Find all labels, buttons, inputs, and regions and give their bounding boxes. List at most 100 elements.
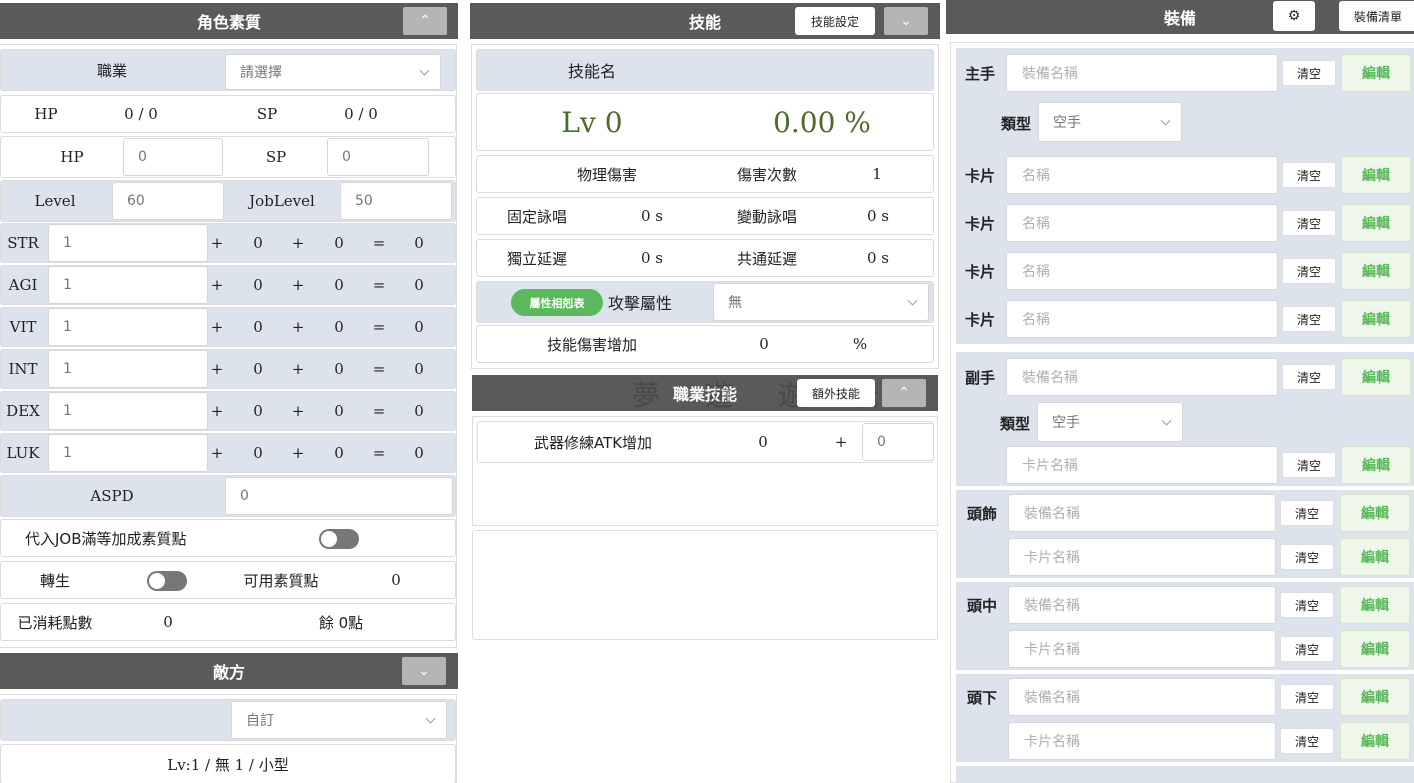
card2-edit-button[interactable]: 編輯 — [1341, 204, 1411, 242]
enemy-select-row: 自訂 — [0, 699, 456, 741]
extra-skill-button[interactable]: 額外技能 — [797, 379, 875, 407]
card4-input[interactable]: 名稱 — [1006, 300, 1278, 338]
job-skill-toggle-button[interactable]: ⌃ — [882, 379, 926, 407]
off-card-edit-button[interactable]: 編輯 — [1341, 446, 1411, 484]
enemy-select[interactable]: 自訂 — [231, 701, 447, 739]
head-mid-clear-button[interactable]: 清空 — [1280, 592, 1334, 618]
sp-input[interactable]: 0 — [327, 138, 429, 176]
chevron-down-icon — [419, 65, 430, 76]
off-card-clear-button[interactable]: 清空 — [1282, 452, 1336, 478]
sp-input-label: SP — [265, 148, 287, 166]
off-type-select[interactable]: 空手 — [1037, 402, 1183, 442]
card1-input[interactable]: 名稱 — [1006, 156, 1278, 194]
head-mid-card-edit-button[interactable]: 編輯 — [1340, 630, 1410, 668]
rebirth-label: 轉生 — [39, 571, 70, 590]
stat-plus: + — [291, 360, 305, 378]
card3-edit-button[interactable]: 編輯 — [1341, 252, 1411, 290]
stat-base-input[interactable]: 1 — [48, 224, 208, 262]
stat-bonus-2: 0 — [334, 318, 344, 336]
equipment-list-button[interactable]: 裝備清單 — [1339, 1, 1414, 31]
used-points-label: 已消耗點數 — [17, 613, 93, 632]
head-mid-card-input[interactable]: 卡片名稱 — [1008, 630, 1276, 668]
stat-bonus-1: 0 — [253, 318, 263, 336]
head-low-clear-button[interactable]: 清空 — [1280, 684, 1334, 710]
damage-type: 物理傷害 — [576, 165, 637, 184]
stat-plus: + — [210, 234, 224, 252]
delay-value: 0 s — [640, 249, 663, 267]
off-hand-input[interactable]: 裝備名稱 — [1006, 358, 1278, 396]
head-top-clear-button[interactable]: 清空 — [1280, 500, 1334, 526]
head-mid-edit-button[interactable]: 編輯 — [1340, 586, 1410, 624]
skill-toggle-button[interactable]: ⌄ — [884, 7, 928, 35]
damage-bonus-unit: % — [852, 335, 868, 353]
card2-clear-button[interactable]: 清空 — [1282, 210, 1336, 236]
enemy-toggle-button[interactable]: ⌄ — [402, 657, 446, 685]
level-input[interactable]: 60 — [112, 182, 224, 220]
head-low-card-input[interactable]: 卡片名稱 — [1008, 722, 1276, 760]
head-top-edit-button[interactable]: 編輯 — [1340, 494, 1410, 532]
rebirth-switch[interactable] — [147, 571, 187, 591]
hp-input[interactable]: 0 — [123, 138, 223, 176]
off-hand-edit-button[interactable]: 編輯 — [1341, 358, 1411, 396]
off-card-input[interactable]: 卡片名稱 — [1006, 446, 1278, 484]
stat-total: 0 — [414, 276, 424, 294]
mastery-input[interactable]: 0 — [862, 423, 934, 461]
available-points-label: 可用素質點 — [243, 571, 319, 590]
hp-label: HP — [34, 105, 58, 123]
head-top-card-edit-button[interactable]: 編輯 — [1340, 538, 1410, 576]
element-table-button[interactable]: 屬性相剋表 — [511, 289, 603, 316]
joblevel-input[interactable]: 50 — [340, 182, 452, 220]
stat-base-input[interactable]: 1 — [48, 392, 208, 430]
card3-input[interactable]: 名稱 — [1006, 252, 1278, 290]
card3-clear-button[interactable]: 清空 — [1282, 258, 1336, 284]
card4-clear-button[interactable]: 清空 — [1282, 306, 1336, 332]
aspd-label: ASPD — [90, 487, 134, 505]
stat-base-input[interactable]: 1 — [48, 266, 208, 304]
main-hand-input[interactable]: 裝備名稱 — [1006, 54, 1278, 92]
skill-level-row: Lv 0 0.00 % — [476, 93, 934, 151]
skill-title: 技能 — [688, 13, 721, 32]
main-type-value: 空手 — [1053, 115, 1081, 131]
main-hand-clear-button[interactable]: 清空 — [1282, 60, 1336, 86]
card1-edit-button[interactable]: 編輯 — [1341, 156, 1411, 194]
aspd-input[interactable]: 0 — [225, 477, 453, 515]
head-low-input[interactable]: 裝備名稱 — [1008, 678, 1276, 716]
head-low-card-edit-button[interactable]: 編輯 — [1340, 722, 1410, 760]
main-hand-edit-button[interactable]: 編輯 — [1341, 54, 1411, 92]
main-type-select[interactable]: 空手 — [1038, 102, 1182, 142]
global-delay-value: 0 s — [866, 249, 889, 267]
job-row: 職業 請選擇 — [0, 49, 456, 91]
stat-base-input[interactable]: 1 — [48, 434, 208, 472]
head-low-edit-button[interactable]: 編輯 — [1340, 678, 1410, 716]
stat-total: 0 — [414, 444, 424, 462]
mastery-label: 武器修練ATK增加 — [533, 433, 653, 452]
card4-edit-button[interactable]: 編輯 — [1341, 300, 1411, 338]
head-low-card-clear-button[interactable]: 清空 — [1280, 728, 1334, 754]
skill-settings-button[interactable]: 技能設定 — [795, 7, 875, 35]
head-top-input[interactable]: 裝備名稱 — [1008, 494, 1276, 532]
job-max-switch[interactable] — [319, 529, 359, 549]
stat-base-input[interactable]: 1 — [48, 350, 208, 388]
head-mid-input[interactable]: 裝備名稱 — [1008, 586, 1276, 624]
head-mid-card-clear-button[interactable]: 清空 — [1280, 636, 1334, 662]
skill-name-label: 技能名 — [567, 62, 616, 81]
attributes-toggle-button[interactable]: ⌃ — [403, 7, 447, 35]
attack-element-select[interactable]: 無 — [713, 283, 929, 321]
head-top-card-clear-button[interactable]: 清空 — [1280, 544, 1334, 570]
hit-count-value: 1 — [872, 165, 882, 183]
equipment-settings-button[interactable]: ⚙ — [1273, 1, 1315, 31]
off-hand-clear-button[interactable]: 清空 — [1282, 364, 1336, 390]
stat-name: VIT — [9, 318, 37, 336]
job-select[interactable]: 請選擇 — [225, 54, 441, 90]
card2-input[interactable]: 名稱 — [1006, 204, 1278, 242]
mastery-row: 武器修練ATK增加 0 + 0 — [477, 421, 934, 463]
delay-row: 獨立延遲 0 s 共通延遲 0 s — [476, 239, 934, 277]
attributes-panel: 職業 請選擇 HP 0 / 0 SP 0 / 0 HP 0 SP 0 Level… — [0, 44, 457, 648]
card1-clear-button[interactable]: 清空 — [1282, 162, 1336, 188]
hp-input-label: HP — [60, 148, 84, 166]
enemy-header: 敵方 — [0, 653, 458, 689]
stat-base-input[interactable]: 1 — [48, 308, 208, 346]
head-top-card-input[interactable]: 卡片名稱 — [1008, 538, 1276, 576]
var-cast-value: 0 s — [866, 207, 889, 225]
main-type-label: 類型 — [1001, 115, 1032, 133]
